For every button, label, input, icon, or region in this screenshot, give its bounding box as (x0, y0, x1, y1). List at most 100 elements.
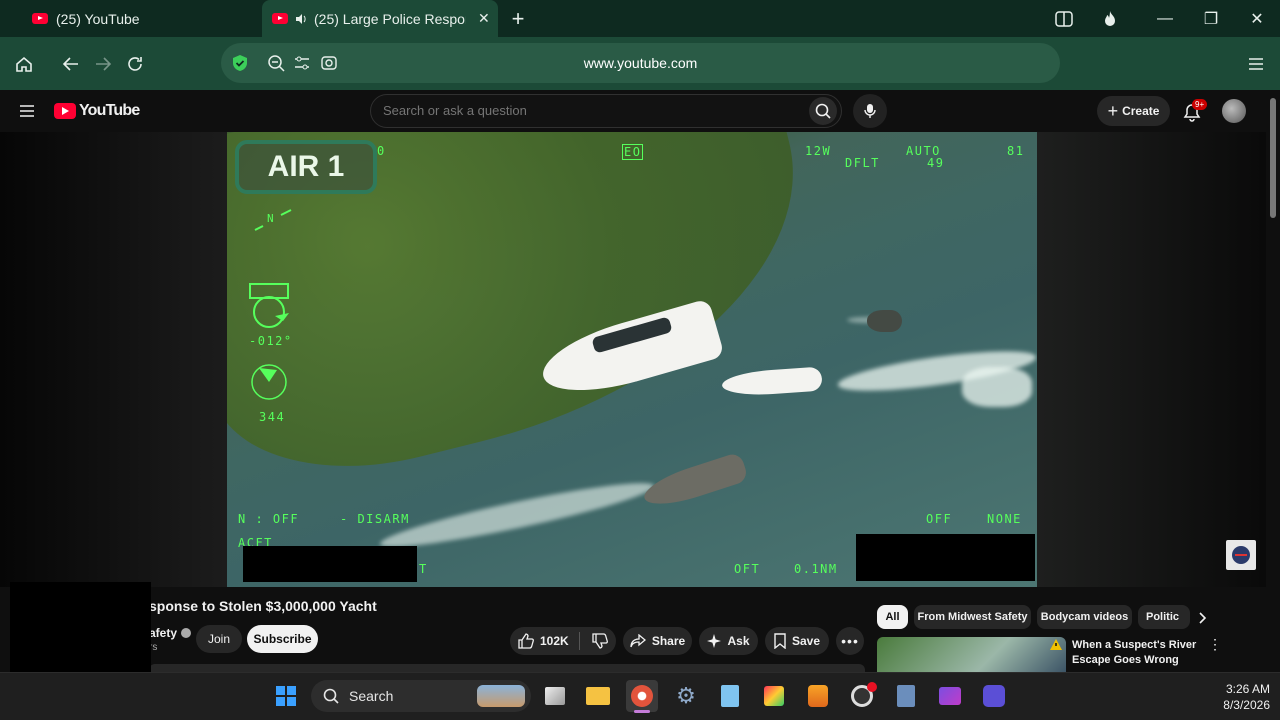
channel-watermark[interactable] (1226, 540, 1256, 570)
gimbal-icon (249, 283, 289, 328)
police-boat (867, 310, 902, 332)
reload-icon (128, 56, 142, 71)
channel-name[interactable]: afety (149, 626, 177, 640)
divider (578, 632, 580, 650)
youtube-logo[interactable]: YouTube (54, 102, 140, 120)
thumbs-up-icon[interactable] (518, 633, 534, 649)
clock-time: 3:26 AM (1225, 682, 1270, 696)
video-player[interactable]: AIR 1 0 EO 12W AUTO 81 DFLT 49 N -012° 3… (227, 132, 1037, 587)
address-bar[interactable]: www.youtube.com (221, 43, 1060, 83)
thumbs-down-icon[interactable] (592, 633, 608, 649)
hud-eo: EO (622, 144, 644, 160)
ambient-right (1037, 132, 1266, 587)
windows-logo-icon (276, 686, 296, 706)
paint-icon (764, 686, 784, 706)
bookmark-icon (774, 633, 786, 649)
settings-button[interactable]: ⚙ (670, 680, 702, 712)
hud-oft: OFT (734, 562, 761, 576)
warning-icon (1050, 639, 1062, 650)
ask-button[interactable]: Ask (699, 627, 758, 655)
youtube-search-input[interactable] (383, 103, 803, 118)
hud-value: 81 (1007, 144, 1025, 158)
youtube-search-box[interactable] (370, 94, 842, 128)
obs-button[interactable] (846, 680, 878, 712)
chip-from-midwest-safety[interactable]: From Midwest Safety (914, 605, 1031, 629)
hud-bearing: 344 (259, 410, 286, 424)
subscribe-button[interactable]: Subscribe (247, 625, 318, 653)
sparkle-icon (707, 634, 722, 648)
boat-wake (377, 473, 657, 557)
voice-search-button[interactable] (853, 94, 887, 128)
duckduckgo-icon (631, 685, 653, 707)
home-icon (16, 56, 32, 72)
back-button[interactable] (57, 37, 85, 90)
new-tab-button[interactable]: + (495, 0, 541, 37)
hud-value: 49 (927, 156, 945, 170)
paint-button[interactable] (758, 680, 790, 712)
taskbar-search[interactable]: Search (311, 680, 531, 712)
like-count[interactable]: 102K (540, 634, 569, 648)
search-highlight-image (477, 685, 525, 707)
fruit-icon (808, 685, 828, 707)
notepad-button[interactable] (714, 680, 746, 712)
recommended-video-title[interactable]: When a Suspect's River Escape Goes Wrong (1072, 638, 1196, 668)
more-horizontal-icon: ••• (841, 633, 859, 649)
more-vertical-icon[interactable]: ⋮ (1208, 637, 1222, 651)
start-button[interactable] (270, 680, 302, 712)
description-box[interactable] (149, 664, 865, 672)
avatar[interactable] (1222, 99, 1246, 123)
home-button[interactable] (10, 37, 38, 90)
police-boat (721, 366, 823, 398)
fl-studio-button[interactable] (802, 680, 834, 712)
flame-icon (1105, 10, 1115, 26)
notepad-icon (721, 685, 739, 707)
chips-next-button[interactable] (1192, 607, 1214, 629)
task-view-button[interactable] (539, 680, 571, 712)
save-button[interactable]: Save (765, 627, 829, 655)
create-button[interactable]: + Create (1097, 96, 1170, 126)
more-actions-button[interactable]: ••• (836, 627, 864, 655)
hud-dflt: DFLT (845, 156, 880, 170)
youtube-play-icon (54, 103, 76, 119)
menu-button[interactable] (1242, 37, 1270, 90)
arrow-left-icon (62, 56, 78, 71)
forward-button[interactable] (89, 37, 117, 90)
browser-tab-strip: (25) YouTube (25) Large Police Response … (0, 0, 1280, 37)
hud-off: OFF (926, 512, 953, 526)
chip-politics[interactable]: Politic (1138, 605, 1190, 629)
recommended-title-line: When a Suspect's River (1072, 639, 1197, 651)
hud-disarm: - DISARM (340, 512, 410, 526)
tab-video[interactable]: (25) Large Police Response ✕ (262, 0, 498, 37)
restore-button[interactable]: ❐ (1188, 0, 1234, 37)
share-button[interactable]: Share (623, 627, 692, 655)
minimize-button[interactable]: — (1142, 0, 1188, 37)
youtube-favicon-icon (272, 13, 288, 24)
search-button[interactable] (809, 97, 837, 125)
speaker-icon (296, 13, 306, 24)
system-clock[interactable]: 3:26 AM 8/3/2026 (1190, 681, 1270, 713)
file-explorer-button[interactable] (582, 680, 614, 712)
browser-taskbar-button[interactable] (626, 680, 658, 713)
flame-button[interactable] (1087, 0, 1133, 37)
chip-bodycam-videos[interactable]: Bodycam videos (1037, 605, 1132, 629)
close-window-button[interactable]: ✕ (1234, 0, 1280, 37)
app-button[interactable] (978, 680, 1010, 712)
arrow-right-icon (96, 56, 112, 71)
clipchamp-button[interactable] (934, 680, 966, 712)
join-button[interactable]: Join (196, 625, 242, 653)
chip-all[interactable]: All (877, 605, 908, 629)
scrollbar-thumb[interactable] (1270, 98, 1276, 218)
tab-youtube[interactable]: (25) YouTube (0, 0, 258, 37)
guide-menu-icon[interactable] (19, 104, 35, 118)
page-scrollbar[interactable] (1266, 90, 1280, 672)
boat-wake (962, 367, 1032, 407)
tab-close-icon[interactable]: ✕ (478, 10, 490, 27)
like-dislike-group: 102K (510, 627, 616, 655)
notifications-button[interactable]: 9+ (1182, 99, 1208, 123)
search-icon (323, 688, 339, 704)
reload-button[interactable] (121, 37, 149, 90)
air-1-badge: AIR 1 (235, 140, 377, 194)
calculator-button[interactable] (890, 680, 922, 712)
split-view-button[interactable] (1041, 0, 1087, 37)
recommended-video-thumbnail[interactable] (877, 637, 1066, 672)
